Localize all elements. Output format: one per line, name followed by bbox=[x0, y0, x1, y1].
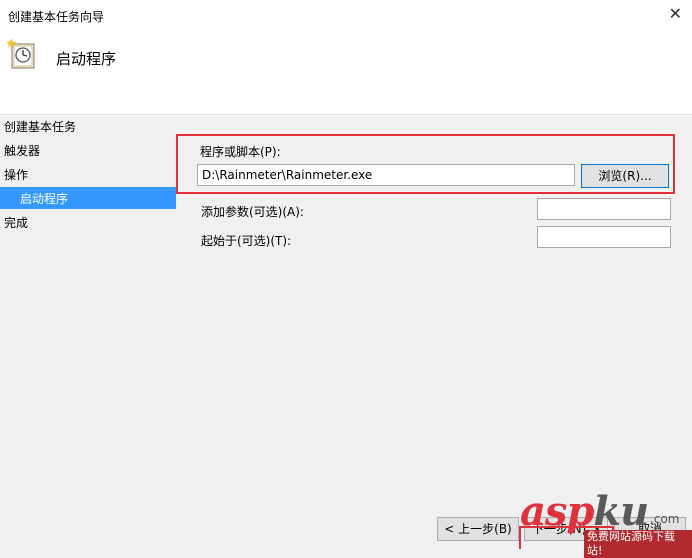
page-title: 启动程序 bbox=[56, 50, 117, 68]
watermark-tagline: 免费网站源码下载站! bbox=[584, 530, 692, 558]
wizard-header: 启动程序 bbox=[0, 30, 692, 115]
step-trigger: 触发器 bbox=[4, 144, 41, 158]
args-input[interactable] bbox=[537, 198, 671, 220]
args-label: 添加参数(可选)(A): bbox=[201, 205, 304, 219]
start-in-label: 起始于(可选)(T): bbox=[201, 234, 292, 248]
watermark: aspku .com 免费网站源码下载站! bbox=[520, 488, 692, 558]
step-start-program: 启动程序 bbox=[0, 187, 176, 209]
watermark-logo: aspku bbox=[520, 488, 649, 535]
step-action: 操作 bbox=[4, 168, 29, 182]
start-in-input[interactable] bbox=[537, 226, 671, 248]
browse-button[interactable]: 浏览(R)... bbox=[581, 164, 669, 188]
title-bar: 创建基本任务向导 ✕ bbox=[0, 0, 692, 30]
close-icon[interactable]: ✕ bbox=[669, 4, 682, 24]
wizard-steps: 创建基本任务 触发器 操作 启动程序 完成 bbox=[0, 114, 176, 549]
step-create-basic-task: 创建基本任务 bbox=[4, 120, 77, 134]
clock-task-icon bbox=[6, 38, 38, 70]
step-finish: 完成 bbox=[4, 216, 29, 230]
program-label: 程序或脚本(P): bbox=[200, 145, 281, 159]
watermark-domain: .com bbox=[650, 512, 680, 526]
back-button[interactable]: < 上一步(B) bbox=[437, 517, 519, 541]
step-start-program-label: 启动程序 bbox=[20, 192, 69, 206]
program-input[interactable] bbox=[197, 164, 575, 186]
window-title: 创建基本任务向导 bbox=[8, 10, 105, 24]
